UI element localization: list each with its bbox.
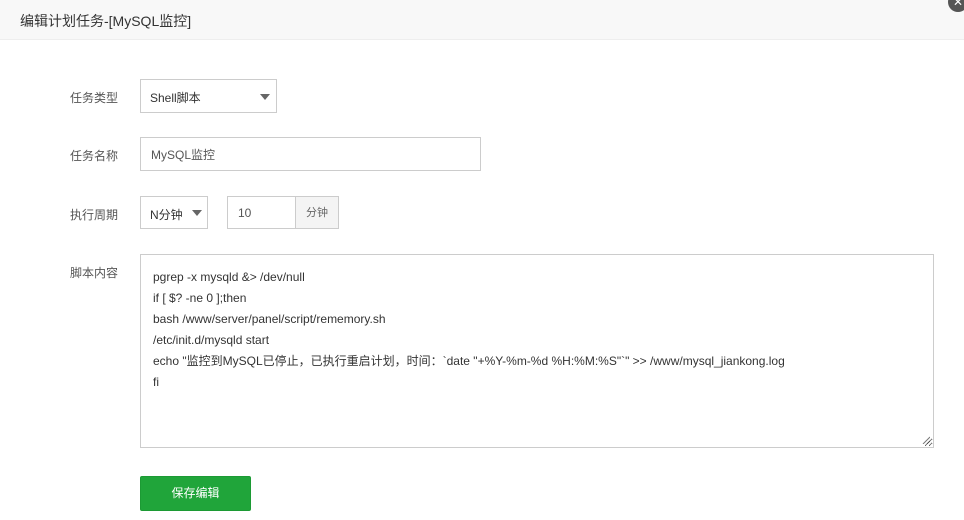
chevron-down-icon bbox=[260, 94, 270, 100]
task-type-select[interactable]: Shell脚本 bbox=[140, 79, 277, 113]
script-line: /etc/init.d/mysqld start bbox=[153, 333, 270, 347]
period-label: 执行周期 bbox=[70, 208, 119, 222]
script-textarea[interactable]: pgrep -x mysqld &> /dev/null if [ $? -ne… bbox=[140, 254, 934, 448]
minutes-input[interactable] bbox=[227, 196, 296, 229]
script-line: echo "监控到MySQL已停止，已执行重启计划，时间：`date "+%Y-… bbox=[153, 354, 785, 368]
task-type-label: 任务类型 bbox=[70, 91, 119, 105]
dialog-header: 编辑计划任务-[MySQL监控] bbox=[0, 0, 964, 40]
script-line: fi bbox=[153, 375, 159, 389]
resize-handle-icon[interactable] bbox=[922, 436, 930, 444]
period-select-value: N分钟 bbox=[150, 208, 183, 222]
script-label: 脚本内容 bbox=[70, 266, 119, 280]
task-name-label: 任务名称 bbox=[70, 149, 119, 163]
period-select[interactable]: N分钟 bbox=[140, 196, 208, 229]
minutes-unit: 分钟 bbox=[296, 196, 339, 229]
task-type-value: Shell脚本 bbox=[150, 91, 201, 105]
chevron-down-icon bbox=[192, 210, 202, 216]
script-line: if [ $? -ne 0 ];then bbox=[153, 291, 247, 305]
script-line: bash /www/server/panel/script/rememory.s… bbox=[153, 312, 386, 326]
task-name-input[interactable] bbox=[140, 137, 481, 171]
script-line: pgrep -x mysqld &> /dev/null bbox=[153, 270, 305, 284]
dialog-title: 编辑计划任务-[MySQL监控] bbox=[20, 13, 192, 29]
save-button[interactable]: 保存编辑 bbox=[140, 476, 251, 511]
